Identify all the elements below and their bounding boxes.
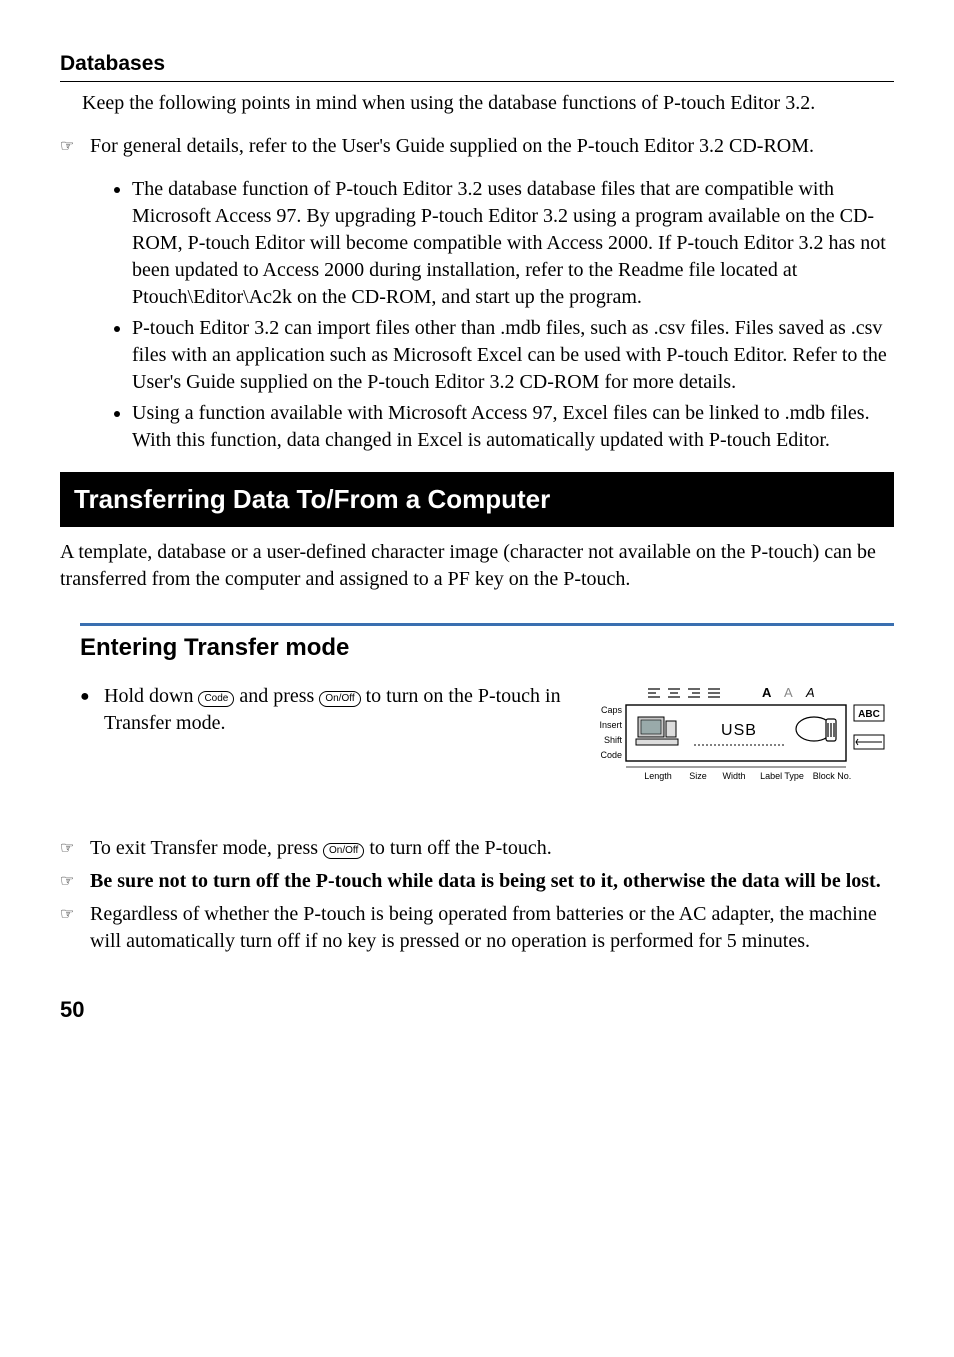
svg-text:A: A [762,685,772,700]
pointing-hand-icon: ☞ [60,133,90,158]
lcd-abc-box: ABC [858,709,880,720]
warning-note-text: Be sure not to turn off the P-touch whil… [90,868,894,895]
svg-text:A: A [805,685,815,700]
pointing-hand-icon: ☞ [60,835,90,860]
databases-bullet-2: P-touch Editor 3.2 can import files othe… [132,315,894,400]
bullet-icon: ● [80,683,104,708]
autooff-note: ☞ Regardless of whether the P-touch is b… [60,895,894,955]
lcd-length-label: Length [644,771,672,781]
databases-bullet-list: The database function of P-touch Editor … [60,176,894,458]
lcd-shift-label: Shift [604,735,623,745]
exit-note: ☞ To exit Transfer mode, press On/Off to… [60,829,894,862]
lcd-caps-label: Caps [601,705,623,715]
step-pre: Hold down [104,685,198,707]
databases-bullet-3: Using a function available with Microsof… [132,400,894,458]
step-row: ● Hold down Code and press On/Off to tur… [80,683,894,803]
code-key-icon: Code [198,691,234,707]
page-number: 50 [60,995,894,1025]
step-body: Hold down Code and press On/Off to turn … [104,683,568,737]
databases-note: ☞ For general details, refer to the User… [60,127,894,160]
entering-heading: Entering Transfer mode [80,623,894,664]
databases-bullet-1: The database function of P-touch Editor … [132,176,894,315]
transfer-banner: Transferring Data To/From a Computer [60,472,894,527]
lcd-insert-label: Insert [599,720,622,730]
svg-text:A: A [784,685,793,700]
pointing-hand-icon: ☞ [60,901,90,926]
lcd-width-label: Width [722,771,745,781]
exit-note-text: To exit Transfer mode, press On/Off to t… [90,835,894,862]
onoff-key-icon: On/Off [323,843,364,859]
transfer-intro: A template, database or a user-defined c… [60,539,894,593]
pointing-hand-icon: ☞ [60,868,90,893]
lcd-labeltype-label: Label Type [760,771,804,781]
databases-note-text: For general details, refer to the User's… [90,133,894,160]
databases-intro: Keep the following points in mind when u… [60,86,894,127]
lcd-size-label: Size [689,771,707,781]
onoff-key-icon: On/Off [319,691,360,707]
step-mid: and press [234,685,319,707]
databases-heading: Databases [60,50,894,82]
lcd-blockno-label: Block No. [813,771,852,781]
autooff-note-text: Regardless of whether the P-touch is bei… [90,901,894,955]
lcd-diagram: A A A Caps Insert Shift Code USB [584,683,894,803]
lcd-usb-text: USB [721,722,757,739]
warning-note: ☞ Be sure not to turn off the P-touch wh… [60,862,894,895]
lcd-code-label: Code [600,750,622,760]
